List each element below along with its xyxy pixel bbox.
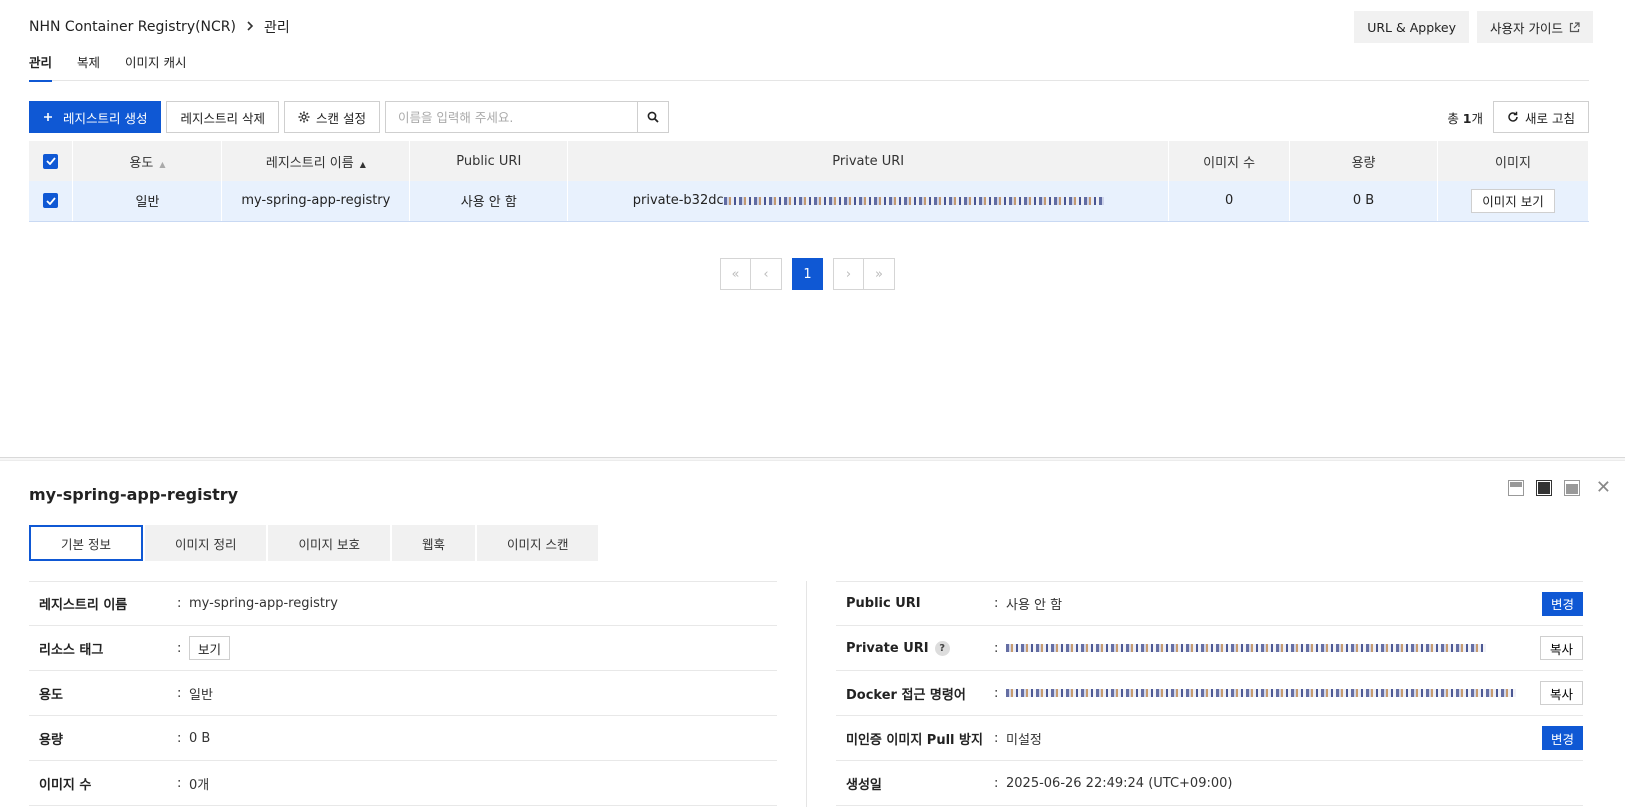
chevron-right-icon	[246, 20, 254, 34]
info-divider	[806, 581, 807, 807]
search-icon	[647, 111, 659, 123]
redacted-uri	[723, 196, 1104, 205]
redacted-docker-command	[1006, 689, 1516, 697]
select-all-checkbox[interactable]	[29, 141, 74, 181]
column-header-images: 이미지	[1437, 141, 1589, 181]
tab-manage[interactable]: 관리	[29, 48, 53, 82]
change-public-uri-button[interactable]: 변경	[1541, 591, 1583, 616]
panel-half-icon[interactable]	[1535, 480, 1552, 496]
cell-public-uri: 사용 안 함	[409, 181, 569, 222]
info-right: Public URI: 사용 안 함 변경 Private URI?: 복사 D…	[836, 581, 1583, 806]
tab-replication[interactable]: 복제	[77, 48, 100, 81]
cell-images: 이미지 보기	[1437, 181, 1589, 222]
column-header-name[interactable]: 레지스트리 이름 ▲	[221, 141, 411, 181]
refresh-label: 새로 고침	[1525, 110, 1575, 126]
column-header-size: 용량	[1289, 141, 1438, 181]
tab-image-cleanup[interactable]: 이미지 정리	[144, 525, 267, 561]
info-row-unauth-pull: 미인증 이미지 Pull 방지: 미설정 변경	[836, 716, 1583, 761]
toolbar: 레지스트리 생성 레지스트리 삭제 스캔 설정 총 1개 새로 고침	[29, 101, 1589, 133]
scan-settings-button[interactable]: 스캔 설정	[283, 101, 380, 133]
info-row-usage: 용도: 일반	[29, 671, 777, 716]
tab-basic-info[interactable]: 기본 정보	[29, 525, 143, 561]
panel-top-icon[interactable]	[1507, 480, 1524, 496]
breadcrumb-current: 관리	[264, 20, 290, 36]
info-row-name: 레지스트리 이름: my-spring-app-registry	[29, 581, 777, 626]
tab-image-protection[interactable]: 이미지 보호	[268, 525, 390, 561]
create-registry-button[interactable]: 레지스트리 생성	[29, 101, 162, 133]
column-header-public-uri: Public URI	[409, 141, 569, 181]
cell-size: 0 B	[1289, 181, 1438, 222]
column-header-private-uri: Private URI	[567, 141, 1170, 181]
row-checkbox[interactable]	[29, 181, 74, 222]
total-count: 총 1개	[1447, 110, 1484, 126]
tab-image-scan[interactable]: 이미지 스캔	[476, 525, 599, 561]
table-row[interactable]: 일반 my-spring-app-registry 사용 안 함 private…	[29, 181, 1589, 222]
prev-page-button[interactable]: ‹	[751, 258, 782, 290]
create-registry-label: 레지스트리 생성	[63, 110, 148, 126]
column-header-usage[interactable]: 용도 ▲	[72, 141, 223, 181]
scan-settings-label: 스캔 설정	[315, 110, 366, 126]
change-unauth-pull-button[interactable]: 변경	[1541, 726, 1583, 750]
panel-controls: ✕	[1507, 479, 1611, 497]
tab-webhook[interactable]: 웹훅	[391, 525, 475, 561]
cell-usage: 일반	[72, 181, 223, 222]
registry-table: 용도 ▲ 레지스트리 이름 ▲ Public URI Private URI 이미지…	[29, 141, 1589, 222]
info-row-size: 용량: 0 B	[29, 716, 777, 761]
page-1-button[interactable]: 1	[792, 258, 823, 290]
first-page-button[interactable]: «	[720, 258, 751, 290]
last-page-button[interactable]: »	[864, 258, 895, 290]
cell-name: my-spring-app-registry	[221, 181, 411, 222]
redacted-private-uri	[1006, 644, 1486, 652]
panel-resize-handle[interactable]	[0, 457, 1625, 461]
sort-icon: ▲	[159, 159, 166, 169]
search-button[interactable]	[636, 101, 669, 133]
copy-private-uri-button[interactable]: 복사	[1539, 636, 1583, 660]
refresh-icon	[1508, 111, 1518, 122]
breadcrumb-root[interactable]: NHN Container Registry(NCR)	[29, 19, 236, 35]
search-input[interactable]	[384, 101, 637, 133]
info-row-image-count: 이미지 수: 0개	[29, 761, 777, 806]
info-left: 레지스트리 이름: my-spring-app-registry 리소스 태그:…	[29, 581, 777, 806]
view-images-button[interactable]: 이미지 보기	[1471, 188, 1555, 213]
plus-icon	[44, 113, 52, 121]
delete-registry-button[interactable]: 레지스트리 삭제	[166, 101, 279, 133]
info-row-created: 생성일: 2025-06-26 22:49:24 (UTC+09:00)	[836, 761, 1583, 806]
view-tags-button[interactable]: 보기	[189, 636, 231, 660]
detail-title: my-spring-app-registry	[29, 485, 239, 504]
info-row-tag: 리소스 태그: 보기	[29, 626, 777, 671]
cell-private-uri: private-b32dc	[567, 181, 1170, 222]
breadcrumb: NHN Container Registry(NCR) 관리	[29, 17, 290, 37]
info-row-public-uri: Public URI: 사용 안 함 변경	[836, 581, 1583, 626]
info-row-docker: Docker 접근 명령어: 복사	[836, 671, 1583, 716]
url-appkey-button[interactable]: URL & Appkey	[1354, 11, 1470, 43]
top-header: NHN Container Registry(NCR) 관리 URL & App…	[29, 11, 1593, 43]
cell-image-count: 0	[1168, 181, 1291, 222]
copy-docker-command-button[interactable]: 복사	[1539, 681, 1583, 705]
tab-image-cache[interactable]: 이미지 캐시	[125, 48, 186, 81]
main-tabs: 관리 복제 이미지 캐시	[29, 48, 1589, 82]
panel-bottom-icon[interactable]	[1563, 480, 1580, 496]
close-icon[interactable]: ✕	[1596, 479, 1611, 497]
next-page-button[interactable]: ›	[833, 258, 864, 290]
info-row-private-uri: Private URI?: 복사	[836, 626, 1583, 671]
refresh-button[interactable]: 새로 고침	[1493, 101, 1589, 133]
gear-icon	[298, 111, 310, 123]
column-header-image-count: 이미지 수	[1168, 141, 1291, 181]
user-guide-button[interactable]: 사용자 가이드	[1477, 11, 1593, 43]
table-header-row: 용도 ▲ 레지스트리 이름 ▲ Public URI Private URI 이미지…	[29, 141, 1589, 181]
help-icon[interactable]: ?	[934, 640, 950, 656]
pagination: « ‹ 1 › »	[720, 258, 895, 290]
external-link-icon	[1569, 21, 1580, 32]
detail-tabs: 기본 정보 이미지 정리 이미지 보호 웹훅 이미지 스캔	[29, 525, 599, 561]
user-guide-label: 사용자 가이드	[1490, 20, 1563, 36]
search-box	[384, 101, 669, 133]
sort-ascending-icon: ▲	[359, 159, 366, 169]
